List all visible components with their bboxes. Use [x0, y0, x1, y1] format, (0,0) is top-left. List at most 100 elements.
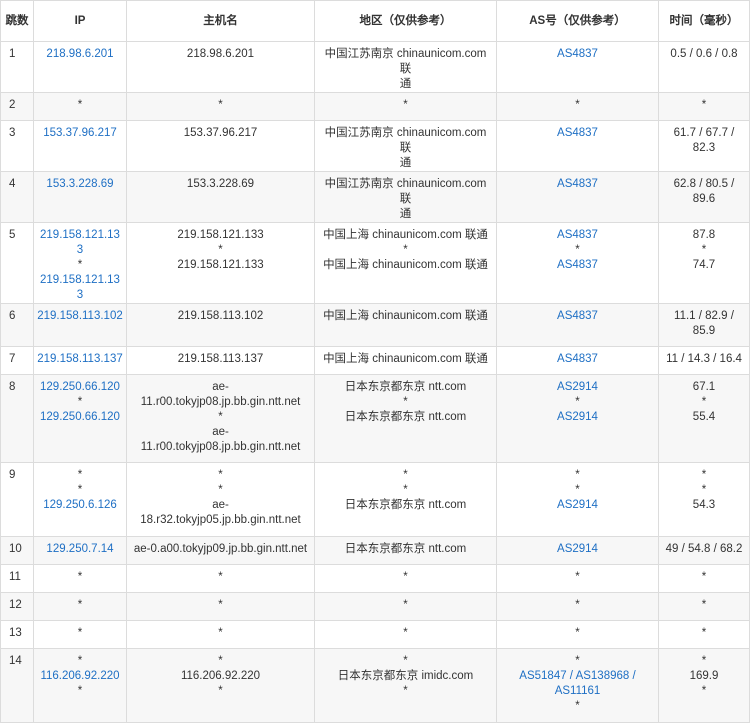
time-cell: * — [658, 92, 750, 121]
cell-text: * — [218, 484, 223, 496]
hop-cell: 2 — [0, 92, 34, 121]
cell-text: 中国上海 chinaunicom.com 联通 — [323, 259, 488, 271]
as-cell: AS4837 — [496, 303, 659, 347]
cell-text: 日本东京都东京 ntt.com — [344, 499, 467, 511]
cell-text: 219.158.113.102 — [177, 310, 264, 322]
time-cell: 49 / 54.8 / 68.2 — [658, 536, 750, 565]
cell-link[interactable]: 219.158.113.102 — [37, 309, 123, 324]
cell-text: ae- — [212, 426, 229, 438]
time-cell: * — [658, 564, 750, 593]
cell-text: ae- — [212, 381, 229, 393]
cell-text: 153.37.96.217 — [183, 127, 258, 139]
time-cell: 61.7 / 67.7 / 82.3 — [658, 120, 750, 172]
time-cell: 87.8 * 74.7 — [658, 222, 750, 304]
as-link-group[interactable]: AS51847 / AS138968 / — [500, 669, 655, 684]
table-row: 11 * * * * * — [0, 564, 750, 593]
cell-link[interactable]: AS4837 — [500, 352, 655, 367]
header-hostname: 主机名 — [126, 0, 315, 42]
region-cell: 中国上海 chinaunicom.com 联通 — [314, 303, 497, 347]
time-cell: * — [658, 620, 750, 649]
cell-link[interactable]: AS4837 — [500, 258, 655, 273]
time-cell: * * 54.3 — [658, 462, 750, 537]
hostname-cell: * — [126, 592, 315, 621]
table-row: 3 153.37.96.217 153.37.96.217 中国江苏南京 chinau… — [0, 120, 750, 172]
cell-link[interactable]: AS11161 — [500, 684, 655, 699]
ip-cell: * * 129.250.6.126 — [33, 462, 127, 537]
hostname-cell: ae-0.a00.tokyjp09.jp.bb.gin.ntt.net — [126, 536, 315, 565]
ip-cell: 153.37.96.217 — [33, 120, 127, 172]
cell-text: * — [575, 469, 580, 481]
time-cell: 67.1 * 55.4 — [658, 374, 750, 463]
time-cell: * — [658, 592, 750, 621]
cell-link[interactable]: 153.3.228.69 — [37, 177, 123, 192]
table-row: 9 * * 129.250.6.126 * * ae- 18.r32.tokyjp05.jp.… — [0, 462, 750, 537]
as-cell: AS2914 — [496, 536, 659, 565]
cell-link[interactable]: AS2914 — [500, 542, 655, 557]
cell-link[interactable]: 116.206.92.220 — [37, 669, 123, 684]
cell-text: 219.158.121.133 — [177, 229, 264, 241]
hostname-cell: 218.98.6.201 — [126, 41, 315, 93]
cell-text: 87.8 — [692, 229, 716, 241]
cell-link[interactable]: 129.250.6.126 — [37, 498, 123, 513]
cell-text: 11 / 14.3 / 16.4 — [666, 353, 742, 365]
table-row: 10 129.250.7.14 ae-0.a00.tokyjp09.jp.bb.gi… — [0, 536, 750, 565]
region-cell: * — [314, 564, 497, 593]
time-cell: 11 / 14.3 / 16.4 — [658, 346, 750, 375]
cell-text: * — [77, 571, 83, 583]
header-region: 地区（仅供参考） — [314, 0, 497, 42]
hostname-cell: * 116.206.92.220 * — [126, 648, 315, 723]
cell-text: 中国上海 chinaunicom.com 联通 — [323, 310, 488, 322]
region-cell: 中国江苏南京 chinaunicom.com 联通 — [314, 171, 497, 223]
cell-text: 通 — [399, 208, 412, 220]
hop-cell: 8 — [0, 374, 34, 463]
cell-link[interactable]: AS2914 — [500, 410, 655, 425]
header-as-number: AS号（仅供参考） — [496, 0, 659, 42]
cell-text: * — [218, 99, 223, 111]
cell-link[interactable]: 153.37.96.217 — [37, 126, 123, 141]
region-cell: * — [314, 592, 497, 621]
cell-text: 日本东京都东京 imidc.com — [337, 670, 474, 682]
cell-link[interactable]: AS4837 — [500, 309, 655, 324]
cell-link[interactable]: AS4837 — [500, 228, 655, 243]
ip-cell: 218.98.6.201 — [33, 41, 127, 93]
cell-link[interactable]: 129.250.66.120 — [37, 410, 123, 425]
cell-link[interactable]: 129.250.66.120 — [37, 380, 123, 395]
cell-text: * — [403, 571, 408, 583]
cell-link[interactable]: 219.158.113.137 — [37, 352, 123, 367]
table-row: 6 219.158.113.102 219.158.113.102 中国上海 chin… — [0, 303, 750, 347]
cell-link[interactable]: AS2914 — [500, 498, 655, 513]
cell-text: * — [575, 571, 580, 583]
cell-text: * — [701, 655, 707, 667]
table-row: 5 219.158.121.133 * 219.158.121.133 219.158.… — [0, 222, 750, 304]
cell-link[interactable]: AS2914 — [500, 380, 655, 395]
as-cell: * — [496, 92, 659, 121]
cell-link[interactable]: AS4837 — [500, 47, 655, 62]
header-hop: 跳数 — [0, 0, 34, 42]
cell-link[interactable]: AS4837 — [500, 126, 655, 141]
cell-link[interactable]: 218.98.6.201 — [37, 47, 123, 62]
cell-text: * — [575, 655, 580, 667]
hop-cell: 7 — [0, 346, 34, 375]
cell-text: * — [77, 685, 83, 697]
cell-link[interactable]: 219.158.121.133 — [37, 228, 123, 258]
region-cell: 日本东京都东京 ntt.com — [314, 536, 497, 565]
hostname-cell: 219.158.113.102 — [126, 303, 315, 347]
as-cell: AS4837 — [496, 41, 659, 93]
table-row: 12 * * * * * — [0, 592, 750, 621]
cell-text: * — [77, 655, 83, 667]
cell-text: 11.r00.tokyjp08.jp.bb.gin.ntt.net — [140, 396, 301, 408]
table-row: 2 * * * * * — [0, 92, 750, 121]
traceroute-table: 跳数 IP 主机名 地区（仅供参考） AS号（仅供参考） 时间（毫秒） 1 218… — [0, 0, 750, 723]
cell-text: * — [218, 244, 223, 256]
hostname-cell: * — [126, 620, 315, 649]
cell-text: ae- — [212, 499, 229, 511]
table-row: 14 * 116.206.92.220 * * 116.206.92.220 * * 日本东京都… — [0, 648, 750, 723]
cell-text: 74.7 — [692, 259, 716, 271]
cell-link[interactable]: AS4837 — [500, 177, 655, 192]
cell-link[interactable]: 219.158.121.133 — [37, 273, 123, 303]
table-row: 4 153.3.228.69 153.3.228.69 中国江苏南京 chinauni… — [0, 171, 750, 223]
cell-text: * — [218, 411, 223, 423]
cell-text: * — [701, 484, 707, 496]
as-cell: * * AS2914 — [496, 462, 659, 537]
cell-link[interactable]: 129.250.7.14 — [37, 542, 123, 557]
